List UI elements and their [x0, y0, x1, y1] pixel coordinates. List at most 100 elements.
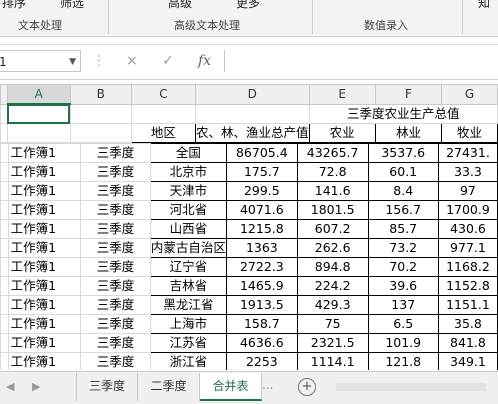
column-header-g[interactable]: G — [441, 84, 498, 105]
cell-region[interactable]: 浙江省 — [149, 352, 227, 370]
cell-total[interactable]: 2722.3 — [225, 257, 298, 277]
cell-agriculture[interactable]: 72.8 — [296, 162, 369, 182]
row-header[interactable] — [0, 181, 9, 201]
cell-workbook[interactable]: 工作簿1 — [7, 333, 81, 353]
cell-total[interactable]: 175.7 — [225, 162, 298, 182]
ribbon-top-partial-2[interactable]: 筛选 — [60, 0, 84, 11]
more-options-icon[interactable]: ⋮ — [92, 53, 106, 69]
cell-quarter[interactable]: 三季度 — [79, 295, 151, 315]
cell-region[interactable]: 内蒙古自治区 — [149, 238, 227, 258]
cell[interactable] — [130, 103, 196, 124]
cell-forestry[interactable]: 73.2 — [367, 238, 439, 258]
row-header[interactable] — [0, 295, 9, 315]
cell-region[interactable]: 山西省 — [149, 219, 227, 239]
cell-forestry[interactable]: 60.1 — [367, 162, 439, 182]
row-header[interactable] — [0, 219, 9, 239]
cell-total[interactable]: 4636.6 — [225, 333, 298, 353]
column-header-f[interactable]: F — [374, 84, 443, 105]
cell-total[interactable]: 299.5 — [225, 181, 298, 201]
cell-region[interactable]: 江苏省 — [149, 333, 227, 353]
chevron-down-icon[interactable]: ▼ — [69, 51, 76, 73]
header-cell-agriculture[interactable]: 农业 — [308, 123, 376, 143]
ribbon-top-partial-1[interactable]: 排序 — [2, 0, 26, 11]
cell-forestry[interactable]: 121.8 — [367, 352, 439, 370]
header-cell-husbandry[interactable]: 牧业 — [441, 123, 498, 143]
cell-total[interactable]: 2253 — [225, 352, 298, 370]
cell[interactable] — [6, 123, 71, 143]
column-header-c[interactable]: C — [130, 84, 196, 105]
cell-husbandry[interactable]: 1168.2 — [437, 257, 498, 277]
row-header[interactable] — [0, 143, 9, 163]
column-header-b[interactable]: B — [69, 84, 132, 105]
cell-quarter[interactable]: 三季度 — [79, 181, 151, 201]
row-header[interactable] — [0, 162, 9, 182]
tab-merged[interactable]: 合并表 — [200, 373, 262, 401]
cell-husbandry[interactable]: 841.8 — [437, 333, 498, 353]
header-cell-region[interactable]: 地区 — [130, 123, 196, 143]
cell-region[interactable]: 河北省 — [149, 200, 227, 220]
cell-total[interactable]: 158.7 — [225, 314, 298, 334]
enter-icon[interactable]: ✓ — [162, 53, 174, 69]
cell-agriculture[interactable]: 894.8 — [296, 257, 369, 277]
cell-quarter[interactable]: 三季度 — [79, 200, 151, 220]
cell-husbandry[interactable]: 35.8 — [437, 314, 498, 334]
cell-workbook[interactable]: 工作簿1 — [7, 181, 81, 201]
add-sheet-icon[interactable]: + — [298, 378, 316, 396]
column-header-d[interactable]: D — [194, 84, 310, 105]
row-header[interactable] — [0, 123, 8, 143]
cell-forestry[interactable]: 6.5 — [367, 314, 439, 334]
cell-region[interactable]: 全国 — [149, 143, 227, 163]
tab-q2[interactable]: 二季度 — [138, 373, 200, 401]
row-header[interactable] — [0, 103, 8, 124]
ribbon-top-partial-3[interactable]: 高级 — [168, 0, 192, 11]
table-title-cell[interactable]: 三季度农业生产总值 — [308, 103, 498, 124]
cell-region[interactable]: 黑龙江省 — [149, 295, 227, 315]
cell-husbandry[interactable]: 349.1 — [437, 352, 498, 370]
cell-total[interactable]: 86705.4 — [225, 143, 298, 163]
ribbon-top-partial-5[interactable]: 知 — [478, 0, 490, 11]
cell-quarter[interactable]: 三季度 — [79, 162, 151, 182]
cancel-icon[interactable]: × — [126, 53, 138, 69]
cell-agriculture[interactable]: 224.2 — [296, 276, 369, 296]
cell-husbandry[interactable]: 1700.9 — [437, 200, 498, 220]
cell-quarter[interactable]: 三季度 — [79, 276, 151, 296]
cell-agriculture[interactable]: 141.6 — [296, 181, 369, 201]
tab-q3[interactable]: 三季度 — [76, 373, 138, 401]
cell-agriculture[interactable]: 429.3 — [296, 295, 369, 315]
row-header[interactable] — [0, 314, 9, 334]
cell-region[interactable]: 天津市 — [149, 181, 227, 201]
cell-workbook[interactable]: 工作簿1 — [7, 143, 81, 163]
select-all-corner[interactable] — [0, 84, 8, 105]
cell-husbandry[interactable]: 1151.1 — [437, 295, 498, 315]
column-header-a[interactable]: A — [6, 84, 71, 105]
cell-agriculture[interactable]: 1801.5 — [296, 200, 369, 220]
row-header[interactable] — [0, 333, 9, 353]
formula-input[interactable] — [224, 50, 498, 72]
cell-total[interactable]: 1215.8 — [225, 219, 298, 239]
cell-forestry[interactable]: 70.2 — [367, 257, 439, 277]
cell-region[interactable]: 上海市 — [149, 314, 227, 334]
selected-cell-a1[interactable] — [6, 103, 71, 124]
ribbon-top-partial-4[interactable]: 更多 — [236, 0, 260, 11]
row-header[interactable] — [0, 238, 9, 258]
cell-husbandry[interactable]: 97 — [437, 181, 498, 201]
cell-agriculture[interactable]: 43265.7 — [296, 143, 369, 163]
tab-next-icon[interactable]: ▶ — [32, 380, 40, 393]
cell[interactable] — [194, 103, 310, 124]
cell-total[interactable]: 4071.6 — [225, 200, 298, 220]
name-box[interactable]: 1 ▼ — [0, 50, 81, 72]
cell-quarter[interactable]: 三季度 — [79, 314, 151, 334]
cell-forestry[interactable]: 3537.6 — [367, 143, 439, 163]
cell-quarter[interactable]: 三季度 — [79, 257, 151, 277]
cell-forestry[interactable]: 101.9 — [367, 333, 439, 353]
row-header[interactable] — [0, 352, 9, 370]
cell-total[interactable]: 1465.9 — [225, 276, 298, 296]
cell-workbook[interactable]: 工作簿1 — [7, 162, 81, 182]
cell-total[interactable]: 1913.5 — [225, 295, 298, 315]
cell-quarter[interactable]: 三季度 — [79, 333, 151, 353]
cell-agriculture[interactable]: 75 — [296, 314, 369, 334]
cell-quarter[interactable]: 三季度 — [79, 219, 151, 239]
cell-total[interactable]: 1363 — [225, 238, 298, 258]
cell-region[interactable]: 辽宁省 — [149, 257, 227, 277]
cell-workbook[interactable]: 工作簿1 — [7, 219, 81, 239]
